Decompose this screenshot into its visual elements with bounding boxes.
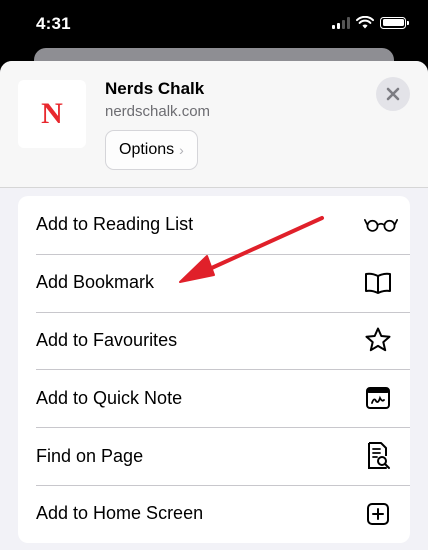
status-icons bbox=[332, 16, 409, 29]
share-sheet: N Nerds Chalk nerdschalk.com Options › A… bbox=[0, 61, 428, 550]
site-url: nerdschalk.com bbox=[105, 103, 211, 120]
action-label: Add Bookmark bbox=[36, 272, 155, 293]
action-label: Add to Favourites bbox=[36, 329, 178, 350]
action-add-to-home-screen[interactable]: Add to Home Screen bbox=[18, 484, 410, 543]
share-sheet-header: N Nerds Chalk nerdschalk.com Options › bbox=[0, 61, 428, 188]
battery-icon bbox=[380, 16, 409, 29]
cellular-signal-icon bbox=[332, 16, 350, 29]
action-list: Add to Reading List Add Bookmark Add to … bbox=[18, 196, 410, 543]
action-label: Add to Home Screen bbox=[36, 503, 204, 524]
site-logo-letter: N bbox=[41, 97, 63, 130]
find-document-icon bbox=[364, 442, 392, 470]
options-button[interactable]: Options › bbox=[105, 130, 198, 170]
quick-note-icon bbox=[364, 384, 392, 412]
xmark-icon bbox=[386, 87, 400, 101]
action-add-to-quick-note[interactable]: Add to Quick Note bbox=[18, 369, 410, 427]
action-add-to-reading-list[interactable]: Add to Reading List bbox=[18, 196, 410, 254]
action-add-bookmark[interactable]: Add Bookmark bbox=[18, 253, 410, 312]
action-label: Add to Quick Note bbox=[36, 387, 183, 408]
status-bar: 4:31 bbox=[0, 0, 428, 50]
action-add-to-favourites[interactable]: Add to Favourites bbox=[18, 311, 410, 370]
chevron-right-icon: › bbox=[179, 142, 184, 158]
glasses-icon bbox=[364, 211, 398, 239]
site-logo: N bbox=[18, 80, 86, 148]
site-title: Nerds Chalk bbox=[105, 79, 205, 98]
action-label: Add to Reading List bbox=[36, 214, 194, 235]
plus-square-icon bbox=[364, 500, 392, 528]
options-label: Options bbox=[119, 141, 175, 158]
book-icon bbox=[364, 269, 392, 297]
wifi-icon bbox=[356, 16, 374, 29]
status-time: 4:31 bbox=[36, 14, 71, 33]
action-find-on-page[interactable]: Find on Page bbox=[18, 427, 410, 485]
star-icon bbox=[364, 326, 392, 354]
action-label: Find on Page bbox=[36, 445, 144, 466]
close-button[interactable] bbox=[376, 77, 410, 111]
